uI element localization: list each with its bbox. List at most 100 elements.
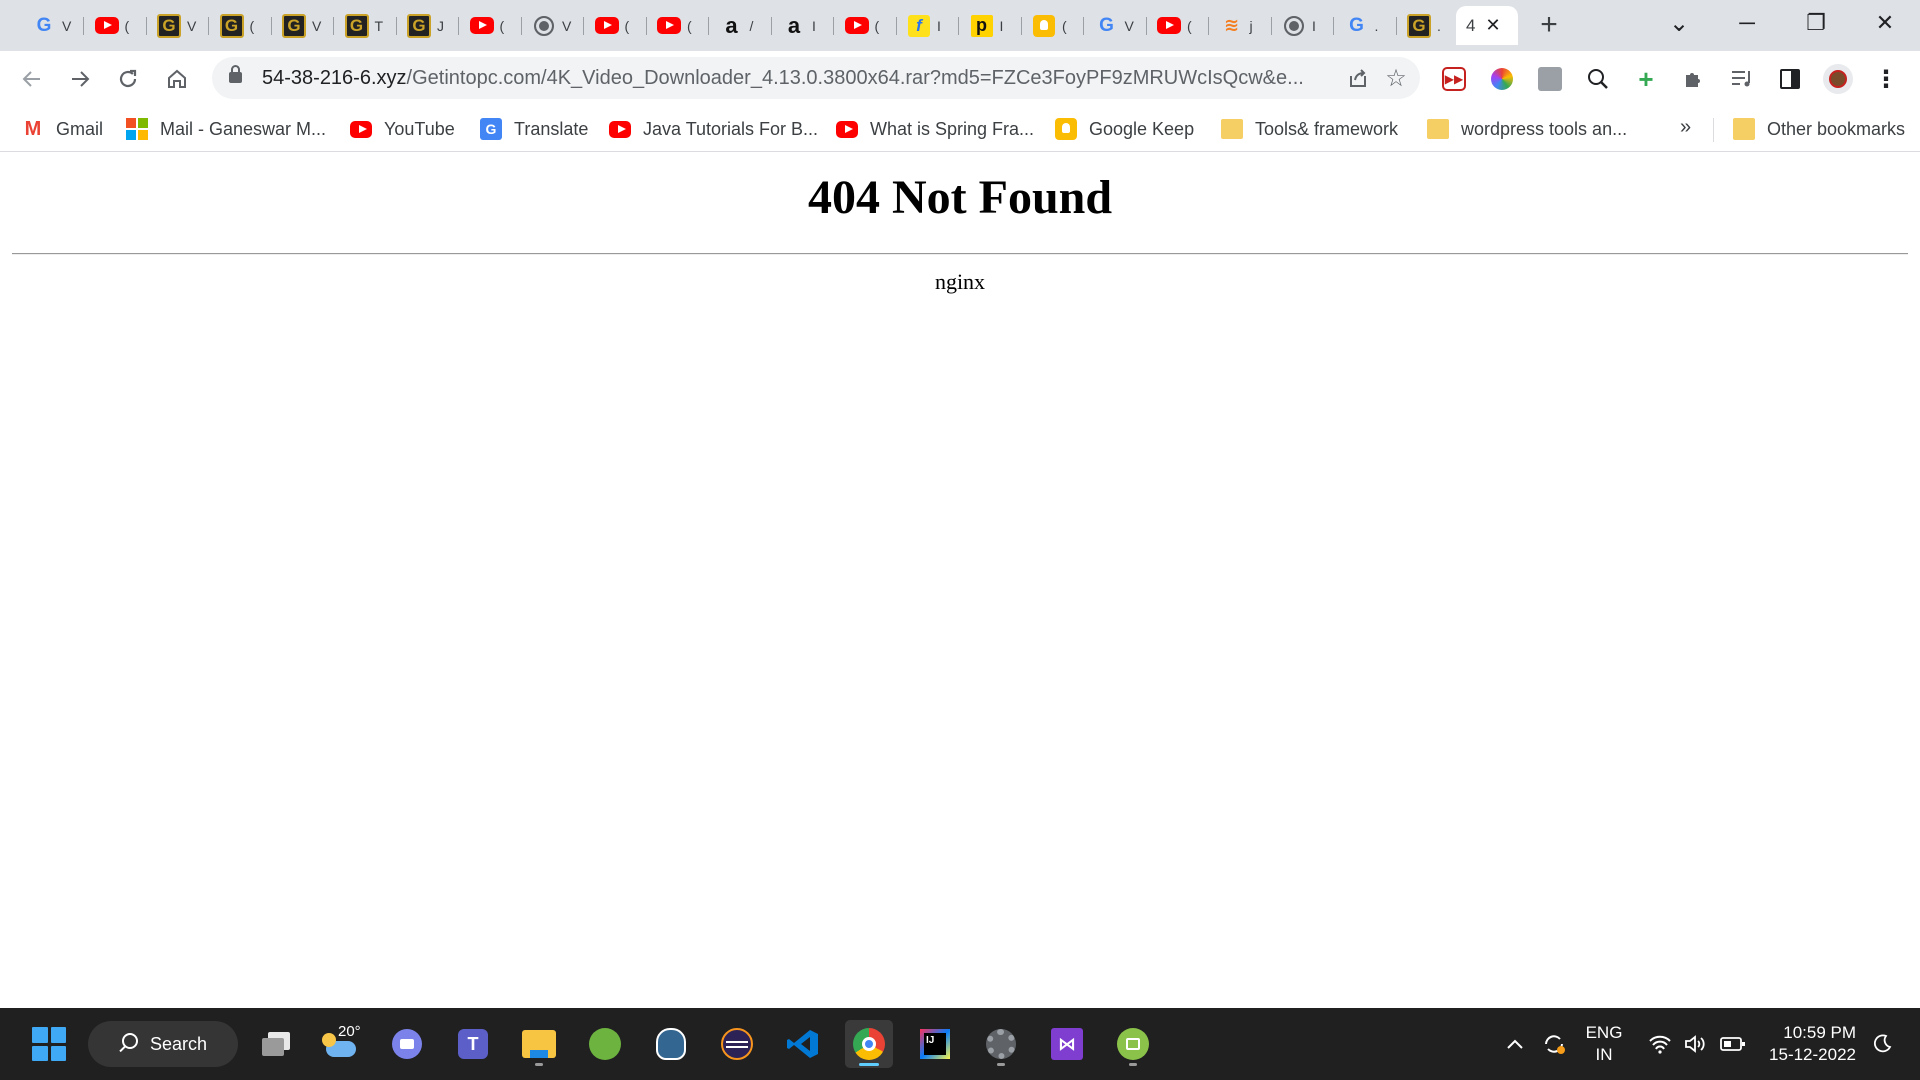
bookmark-label: Google Keep — [1089, 118, 1195, 139]
tab-5[interactable]: GT — [335, 6, 397, 45]
tab-0[interactable]: GV — [22, 6, 84, 45]
active-indicator — [859, 1063, 879, 1066]
tab-2[interactable]: GV — [147, 6, 209, 45]
bookmark-star-icon[interactable]: ☆ — [1382, 64, 1410, 92]
youtube-icon — [844, 14, 869, 38]
bookmark-item-0[interactable]: M Gmail — [22, 114, 103, 144]
media-queue-icon[interactable] — [1726, 63, 1758, 95]
new-tab-button[interactable]: + — [1535, 8, 1563, 42]
flipkart-icon: f — [907, 14, 931, 38]
extensions-puzzle-icon[interactable] — [1678, 63, 1710, 95]
extension-plus-icon[interactable]: + — [1630, 63, 1662, 95]
bookmark-label: YouTube — [384, 118, 455, 139]
bookmark-item-8[interactable]: wordpress tools an... — [1427, 114, 1627, 144]
battery-icon[interactable] — [1720, 1008, 1746, 1080]
tab-14[interactable]: fI — [897, 6, 959, 45]
tab-8[interactable]: V — [522, 6, 584, 45]
tab-6[interactable]: GJ — [397, 6, 459, 45]
tab-20[interactable]: I — [1272, 6, 1334, 45]
sync-status-icon[interactable] — [1540, 1008, 1568, 1080]
tab-22[interactable]: G. — [1397, 6, 1459, 45]
green-app-icon[interactable] — [1109, 1020, 1157, 1068]
meet-app-icon[interactable] — [383, 1020, 431, 1068]
tab-title: I — [937, 17, 941, 34]
menu-icon[interactable]: ⋮ — [1870, 63, 1902, 95]
bookmark-item-5[interactable]: What is Spring Fra... — [836, 114, 1034, 144]
chrome-taskbar-icon[interactable] — [845, 1020, 893, 1068]
youtube-icon — [594, 14, 619, 38]
taskbar-search[interactable]: Search — [88, 1021, 238, 1067]
home-icon[interactable] — [159, 61, 195, 97]
bookmark-item-6[interactable]: Google Keep — [1055, 114, 1194, 144]
visual-studio-icon[interactable]: ⋈ — [1043, 1020, 1091, 1068]
tab-1[interactable]: ( — [85, 6, 147, 45]
profile-avatar[interactable] — [1822, 63, 1854, 95]
tab-12[interactable]: aI — [772, 6, 834, 45]
vscode-icon[interactable] — [779, 1020, 827, 1068]
start-button[interactable] — [25, 1020, 73, 1068]
reload-icon[interactable] — [110, 61, 146, 97]
tab-title: V — [562, 17, 572, 34]
url-text[interactable]: 54-38-216-6.xyz/Getintopc.com/4K_Video_D… — [262, 67, 1332, 90]
tab-10[interactable]: ( — [647, 6, 709, 45]
window-close-icon[interactable]: ✕ — [1865, 6, 1905, 40]
postgresql-icon[interactable] — [647, 1020, 695, 1068]
intellij-icon[interactable]: IJ — [911, 1020, 959, 1068]
file-explorer-icon[interactable] — [515, 1020, 563, 1068]
share-icon[interactable] — [1344, 64, 1372, 92]
tab-17[interactable]: GV — [1085, 6, 1147, 45]
tab-7[interactable]: ( — [460, 6, 522, 45]
other-bookmarks-button[interactable]: Other bookmarks — [1733, 114, 1905, 144]
restore-icon[interactable]: ❐ — [1796, 6, 1836, 40]
bookmark-item-2[interactable]: YouTube — [350, 114, 455, 144]
bookmarks-divider — [1713, 118, 1714, 142]
extension-colorwheel-icon[interactable] — [1486, 63, 1518, 95]
extension-video-icon[interactable]: ▶▶ — [1438, 63, 1470, 95]
youtube-icon — [469, 14, 494, 38]
notifications-icon[interactable] — [1871, 1008, 1893, 1080]
tab-active[interactable]: 4 ✕ — [1456, 6, 1518, 45]
getintopc-icon: G — [157, 13, 181, 38]
show-hidden-icons-chevron[interactable] — [1506, 1008, 1524, 1080]
zoom-icon[interactable] — [1582, 63, 1614, 95]
eclipse-icon[interactable] — [713, 1020, 761, 1068]
tab-3[interactable]: G( — [210, 6, 272, 45]
weather-temperature: 20° — [338, 1023, 361, 1040]
tab-15[interactable]: pI — [960, 6, 1022, 45]
tab-9[interactable]: ( — [585, 6, 647, 45]
task-view-button[interactable] — [252, 1020, 300, 1068]
tab-16[interactable]: ( — [1022, 6, 1084, 45]
bookmark-item-3[interactable]: G Translate — [480, 114, 588, 144]
tab-search-icon[interactable]: ⌄ — [1659, 6, 1699, 40]
tab-21[interactable]: G. — [1335, 6, 1397, 45]
system-clock[interactable]: 10:59 PM 15-12-2022 — [1756, 1022, 1856, 1066]
teams-app-icon[interactable]: T — [449, 1020, 497, 1068]
back-icon[interactable] — [14, 61, 50, 97]
tab-13[interactable]: ( — [835, 6, 897, 45]
close-tab-icon[interactable]: ✕ — [1485, 15, 1500, 36]
spring-tools-icon[interactable] — [581, 1020, 629, 1068]
settings-gear-icon[interactable] — [977, 1020, 1025, 1068]
language-code: ENG — [1585, 1023, 1623, 1042]
volume-icon[interactable] — [1683, 1008, 1707, 1080]
bookmark-item-1[interactable]: Mail - Ganeswar M... — [126, 114, 326, 144]
extension-avatar-icon[interactable] — [1534, 63, 1566, 95]
bookmarks-overflow-button[interactable]: » — [1680, 116, 1691, 139]
lock-icon[interactable] — [229, 65, 242, 83]
weather-widget[interactable]: 20° — [316, 1020, 364, 1068]
language-indicator[interactable]: ENG IN — [1584, 1022, 1624, 1066]
tab-4[interactable]: GV — [272, 6, 334, 45]
bookmark-item-7[interactable]: Tools& framework — [1221, 114, 1398, 144]
tab-11[interactable]: a / — [710, 6, 772, 45]
wifi-icon[interactable] — [1648, 1008, 1672, 1080]
tab-title: I — [1312, 17, 1316, 34]
region-code: IN — [1595, 1045, 1613, 1064]
tab-19[interactable]: ≋ j — [1210, 6, 1272, 45]
minimize-icon[interactable]: ─ — [1727, 6, 1767, 40]
tab-18[interactable]: ( — [1147, 6, 1209, 45]
address-bar[interactable]: 54-38-216-6.xyz/Getintopc.com/4K_Video_D… — [212, 57, 1420, 99]
bookmark-item-4[interactable]: Java Tutorials For B... — [609, 114, 818, 144]
side-panel-icon[interactable] — [1774, 63, 1806, 95]
tab-title: ( — [1062, 17, 1067, 34]
forward-icon[interactable] — [62, 61, 98, 97]
